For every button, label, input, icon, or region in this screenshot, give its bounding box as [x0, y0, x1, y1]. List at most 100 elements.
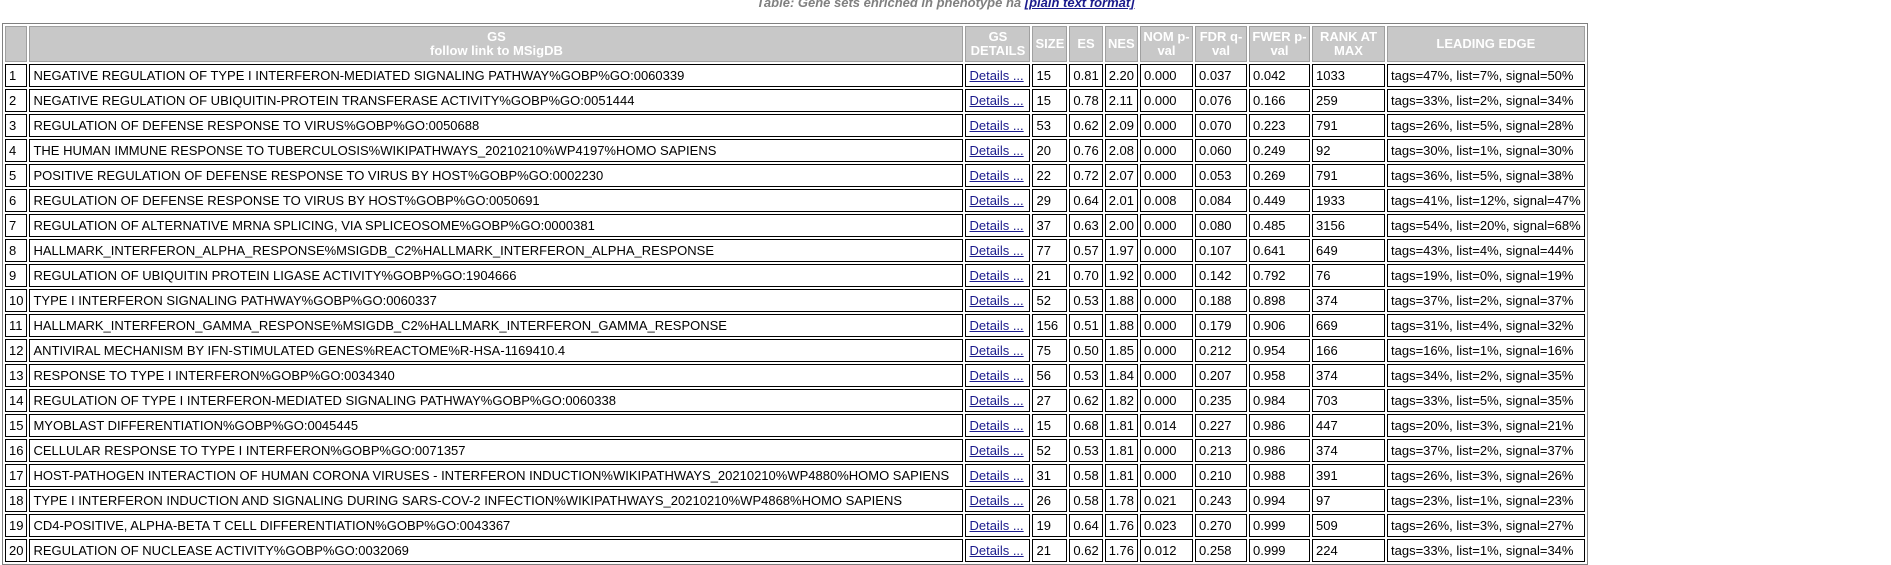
table-row: 6 REGULATION OF DEFENSE RESPONSE TO VIRUS… [5, 189, 1585, 212]
rank-at-max-cell: 703 [1312, 389, 1385, 412]
col-size: SIZE [1032, 26, 1068, 62]
size-cell: 52 [1032, 289, 1068, 312]
row-index: 18 [5, 489, 28, 512]
fwer-pval-cell: 0.166 [1249, 89, 1310, 112]
nes-cell: 1.92 [1104, 264, 1138, 287]
col-gs-msigdb-link[interactable]: follow link to MSigDB [430, 43, 563, 58]
nes-cell: 1.81 [1104, 414, 1138, 437]
table-row: 2 NEGATIVE REGULATION OF UBIQUITIN-PROTEI… [5, 89, 1585, 112]
gs-details-link[interactable]: Details ... [969, 168, 1023, 183]
row-index: 4 [5, 139, 28, 162]
fwer-pval-cell: 0.249 [1249, 139, 1310, 162]
rank-at-max-cell: 97 [1312, 489, 1385, 512]
details-link: Details ... [965, 489, 1031, 512]
gene-set-name: POSITIVE REGULATION OF DEFENSE RESPONSE … [29, 164, 964, 187]
gs-details-link[interactable]: Details ... [969, 368, 1023, 383]
fwer-pval-cell: 0.999 [1249, 514, 1310, 537]
fdr-qval-cell: 0.080 [1195, 214, 1247, 237]
gs-details-link[interactable]: Details ... [969, 543, 1023, 558]
gene-set-name: REGULATION OF NUCLEASE ACTIVITY%GOBP%GO:… [29, 539, 964, 562]
gs-details-link[interactable]: Details ... [969, 393, 1023, 408]
nes-cell: 1.76 [1104, 514, 1138, 537]
gs-details-link[interactable]: Details ... [969, 243, 1023, 258]
leading-edge-cell: tags=23%, list=1%, signal=23% [1387, 489, 1585, 512]
nes-cell: 2.00 [1104, 214, 1138, 237]
gs-details-link[interactable]: Details ... [969, 493, 1023, 508]
fwer-pval-cell: 0.269 [1249, 164, 1310, 187]
leading-edge-cell: tags=37%, list=2%, signal=37% [1387, 289, 1585, 312]
es-cell: 0.64 [1069, 514, 1103, 537]
gs-details-link[interactable]: Details ... [969, 293, 1023, 308]
gene-set-name: REGULATION OF TYPE I INTERFERON-MEDIATED… [29, 389, 964, 412]
col-gs: GS follow link to MSigDB [29, 26, 964, 62]
gs-details-link[interactable]: Details ... [969, 218, 1023, 233]
size-cell: 31 [1032, 464, 1068, 487]
gs-details-link[interactable]: Details ... [969, 343, 1023, 358]
plain-text-format-link[interactable]: [plain text format] [1025, 0, 1135, 10]
gene-set-name: REGULATION OF UBIQUITIN PROTEIN LIGASE A… [29, 264, 964, 287]
row-index: 11 [5, 314, 28, 337]
es-cell: 0.63 [1069, 214, 1103, 237]
es-cell: 0.70 [1069, 264, 1103, 287]
nes-cell: 1.76 [1104, 539, 1138, 562]
leading-edge-cell: tags=43%, list=4%, signal=44% [1387, 239, 1585, 262]
gs-details-link[interactable]: Details ... [969, 443, 1023, 458]
table-row: 12 ANTIVIRAL MECHANISM BY IFN-STIMULATED … [5, 339, 1585, 362]
gs-details-link[interactable]: Details ... [969, 518, 1023, 533]
nom-pval-cell: 0.021 [1140, 489, 1193, 512]
rank-at-max-cell: 669 [1312, 314, 1385, 337]
details-link: Details ... [965, 539, 1031, 562]
es-cell: 0.81 [1069, 64, 1103, 87]
es-cell: 0.53 [1069, 364, 1103, 387]
es-cell: 0.78 [1069, 89, 1103, 112]
leading-edge-cell: tags=33%, list=1%, signal=34% [1387, 539, 1585, 562]
row-index: 3 [5, 114, 28, 137]
details-link: Details ... [965, 64, 1031, 87]
gene-set-name: CD4-POSITIVE, ALPHA-BETA T CELL DIFFEREN… [29, 514, 964, 537]
rank-at-max-cell: 509 [1312, 514, 1385, 537]
es-cell: 0.57 [1069, 239, 1103, 262]
gs-details-link[interactable]: Details ... [969, 68, 1023, 83]
col-leading-edge: LEADING EDGE [1387, 26, 1585, 62]
gs-details-link[interactable]: Details ... [969, 418, 1023, 433]
details-link: Details ... [965, 364, 1031, 387]
fwer-pval-cell: 0.984 [1249, 389, 1310, 412]
details-link: Details ... [965, 89, 1031, 112]
leading-edge-cell: tags=36%, list=5%, signal=38% [1387, 164, 1585, 187]
nom-pval-cell: 0.000 [1140, 289, 1193, 312]
table-row: 8 HALLMARK_INTERFERON_ALPHA_RESPONSE%MSIG… [5, 239, 1585, 262]
size-cell: 52 [1032, 439, 1068, 462]
nes-cell: 2.20 [1104, 64, 1138, 87]
table-row: 7 REGULATION OF ALTERNATIVE MRNA SPLICING… [5, 214, 1585, 237]
fwer-pval-cell: 0.986 [1249, 439, 1310, 462]
fdr-qval-cell: 0.243 [1195, 489, 1247, 512]
es-cell: 0.72 [1069, 164, 1103, 187]
gs-details-link[interactable]: Details ... [969, 268, 1023, 283]
gene-set-name: NEGATIVE REGULATION OF TYPE I INTERFERON… [29, 64, 964, 87]
nom-pval-cell: 0.000 [1140, 464, 1193, 487]
es-cell: 0.68 [1069, 414, 1103, 437]
gs-details-link[interactable]: Details ... [969, 318, 1023, 333]
gene-set-name: REGULATION OF DEFENSE RESPONSE TO VIRUS … [29, 189, 964, 212]
es-cell: 0.53 [1069, 289, 1103, 312]
nom-pval-cell: 0.000 [1140, 314, 1193, 337]
es-cell: 0.53 [1069, 439, 1103, 462]
nom-pval-cell: 0.014 [1140, 414, 1193, 437]
table-row: 13 RESPONSE TO TYPE I INTERFERON%GOBP%GO:… [5, 364, 1585, 387]
nom-pval-cell: 0.008 [1140, 189, 1193, 212]
rank-at-max-cell: 391 [1312, 464, 1385, 487]
leading-edge-cell: tags=33%, list=2%, signal=34% [1387, 89, 1585, 112]
gs-details-link[interactable]: Details ... [969, 468, 1023, 483]
col-gs-title: GS [487, 29, 506, 44]
fdr-qval-cell: 0.210 [1195, 464, 1247, 487]
row-index: 1 [5, 64, 28, 87]
nom-pval-cell: 0.000 [1140, 64, 1193, 87]
details-link: Details ... [965, 314, 1031, 337]
fdr-qval-cell: 0.037 [1195, 64, 1247, 87]
gs-details-link[interactable]: Details ... [969, 143, 1023, 158]
row-index: 6 [5, 189, 28, 212]
row-index: 19 [5, 514, 28, 537]
gs-details-link[interactable]: Details ... [969, 93, 1023, 108]
gs-details-link[interactable]: Details ... [969, 118, 1023, 133]
gs-details-link[interactable]: Details ... [969, 193, 1023, 208]
